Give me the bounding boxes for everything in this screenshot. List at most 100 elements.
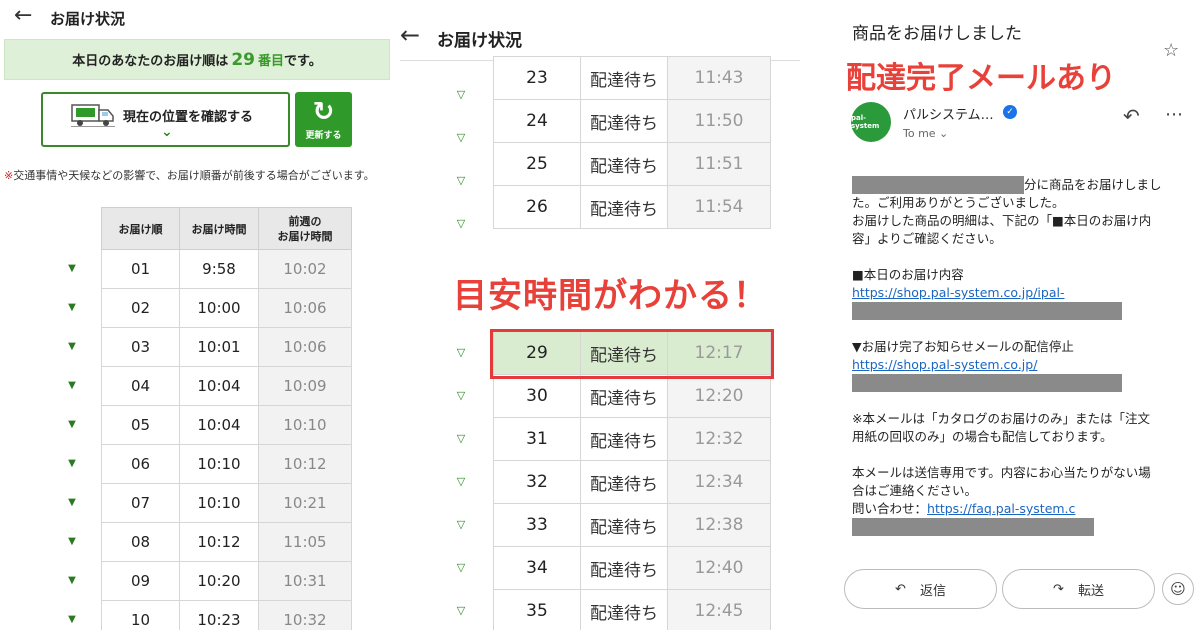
expand-triangle-icon[interactable]: ▼: [65, 522, 79, 561]
expand-triangle-icon[interactable]: ▽: [454, 503, 468, 546]
recipient-toggle[interactable]: To me ⌄: [903, 127, 948, 140]
table-row: 01 9:58 10:02: [101, 249, 352, 289]
delivery-status-panel-1: ← お届け状況 本日のあなたのお届け順は 29 番目 です。 現在の位置を確認す…: [0, 0, 392, 630]
table-row: 23 配達待ち 11:43: [493, 56, 771, 100]
time-cell: 10:10: [179, 444, 259, 484]
table-row: 33 配達待ち 12:38: [493, 503, 771, 547]
back-arrow-icon[interactable]: ←: [14, 5, 32, 27]
refresh-icon: ↻: [312, 97, 335, 127]
time-cell: 10:04: [179, 366, 259, 406]
more-icon[interactable]: ⋯: [1165, 104, 1183, 125]
unsubscribe-link[interactable]: https://shop.pal-system.co.jp/: [852, 357, 1037, 372]
contact-line: 問い合わせ：https://faq.pal-system.c: [852, 500, 1194, 518]
expand-triangle-icon[interactable]: ▼: [65, 600, 79, 630]
expand-triangle-icon[interactable]: ▽: [454, 73, 468, 116]
truck-icon: [71, 104, 115, 127]
verified-icon: ✓: [1003, 105, 1017, 119]
expand-triangle-icon[interactable]: ▽: [454, 546, 468, 589]
completion-email-caption: 配達完了メールあり: [846, 61, 1116, 96]
expand-triangle-icon[interactable]: ▼: [65, 405, 79, 444]
prev-week-time-cell: 10:32: [258, 600, 352, 630]
status-cell: 配達待ち: [580, 546, 668, 590]
expand-triangle-icon[interactable]: ▽: [454, 159, 468, 202]
section-title-delivery: ■本日のお届け内容: [852, 267, 964, 282]
expand-triangle-icon[interactable]: ▼: [65, 483, 79, 522]
avatar: pal-system: [851, 102, 891, 142]
delivery-details-link[interactable]: https://shop.pal-system.co.jp/ipal-: [852, 285, 1064, 300]
time-cell: 10:04: [179, 405, 259, 445]
redacted-block: [852, 176, 1024, 194]
refresh-button[interactable]: ↻ 更新する: [295, 92, 352, 147]
status-cell: 配達待ち: [580, 374, 668, 418]
expand-triangle-icon[interactable]: ▽: [454, 589, 468, 630]
time-cell: 10:01: [179, 327, 259, 367]
order-cell: 02: [101, 288, 180, 328]
expand-triangle-icon[interactable]: ▼: [65, 249, 79, 288]
table-row: 07 10:10 10:21: [101, 483, 352, 523]
order-cell: 33: [493, 503, 581, 547]
header-prev-week-time: 前週の お届け時間: [258, 207, 352, 250]
table-row: 24 配達待ち 11:50: [493, 99, 771, 143]
notice-mark: ※: [4, 169, 14, 182]
order-cell: 04: [101, 366, 180, 406]
expand-triangle-icon[interactable]: ▽: [454, 460, 468, 503]
order-cell: 23: [493, 56, 581, 100]
status-cell: 配達待ち: [580, 99, 668, 143]
table-row: 05 10:04 10:10: [101, 405, 352, 445]
reply-button[interactable]: ↶ 返信: [844, 569, 997, 609]
redacted-block: [852, 518, 1094, 536]
expand-triangle-icon[interactable]: ▼: [65, 327, 79, 366]
estimated-time-cell: 12:45: [667, 589, 771, 630]
status-cell: 配達待ち: [580, 417, 668, 461]
expand-triangle-icon[interactable]: ▽: [454, 116, 468, 159]
estimated-time-cell: 12:38: [667, 503, 771, 547]
note-line4: 合はご連絡ください。: [852, 483, 978, 498]
star-icon[interactable]: ☆: [1163, 40, 1179, 61]
order-cell: 34: [493, 546, 581, 590]
expand-triangle-icon[interactable]: ▼: [65, 366, 79, 405]
table-row: 26 配達待ち 11:54: [493, 185, 771, 229]
table-row: 10 10:23 10:32: [101, 600, 352, 630]
expand-triangle-icon[interactable]: ▽: [454, 374, 468, 417]
table-row: 03 10:01 10:06: [101, 327, 352, 367]
expand-triangle-icon[interactable]: ▽: [454, 202, 468, 245]
email-actions: ↶ 返信 ↷ 転送 ☺: [844, 569, 1200, 609]
estimated-time-cell: 11:43: [667, 56, 771, 100]
expand-triangle-icon[interactable]: ▽: [454, 331, 468, 374]
reply-icon[interactable]: ↶: [1123, 104, 1140, 128]
expand-triangle-icon[interactable]: ▼: [65, 288, 79, 327]
contact-label: 問い合わせ：: [852, 501, 928, 516]
table-row: 04 10:04 10:09: [101, 366, 352, 406]
table-header-row: お届け順 お届け時間 前週の お届け時間: [101, 207, 352, 250]
forward-button[interactable]: ↷ 転送: [1002, 569, 1155, 609]
email-subject: 商品をお届けしました: [852, 24, 1022, 44]
prev-week-time-cell: 11:05: [258, 522, 352, 562]
status-cell: 配達待ち: [580, 56, 668, 100]
sender-name[interactable]: パルシステム…: [903, 104, 994, 123]
back-arrow-icon[interactable]: ←: [400, 23, 420, 47]
check-location-button[interactable]: 現在の位置を確認する ⌄: [41, 92, 290, 147]
expand-triangle-icon[interactable]: ▽: [454, 417, 468, 460]
email-body: 分に商品をお届けしまし た。ご利用ありがとうございました。 お届けした商品の明細…: [852, 176, 1194, 536]
header-time: お届け時間: [179, 207, 259, 250]
order-cell: 31: [493, 417, 581, 461]
check-location-label: 現在の位置を確認する: [123, 110, 254, 125]
forward-icon: ↷: [1053, 581, 1064, 597]
body-line1: 分に商品をお届けしまし: [1024, 177, 1162, 192]
order-cell: 09: [101, 561, 180, 601]
expand-triangle-icon[interactable]: ▼: [65, 444, 79, 483]
redacted-block: [852, 374, 1122, 392]
estimated-time-cell: 11:51: [667, 142, 771, 186]
contact-link[interactable]: https://faq.pal-system.c: [927, 501, 1075, 516]
time-cell: 10:23: [179, 600, 259, 630]
estimated-time-cell: 12:20: [667, 374, 771, 418]
redacted-block: [852, 302, 1122, 320]
expand-triangle-icon[interactable]: ▼: [65, 561, 79, 600]
estimated-time-cell: 11:54: [667, 185, 771, 229]
emoji-reaction-icon[interactable]: ☺: [1162, 573, 1194, 605]
estimated-time-cell: 12:32: [667, 417, 771, 461]
order-cell: 35: [493, 589, 581, 630]
